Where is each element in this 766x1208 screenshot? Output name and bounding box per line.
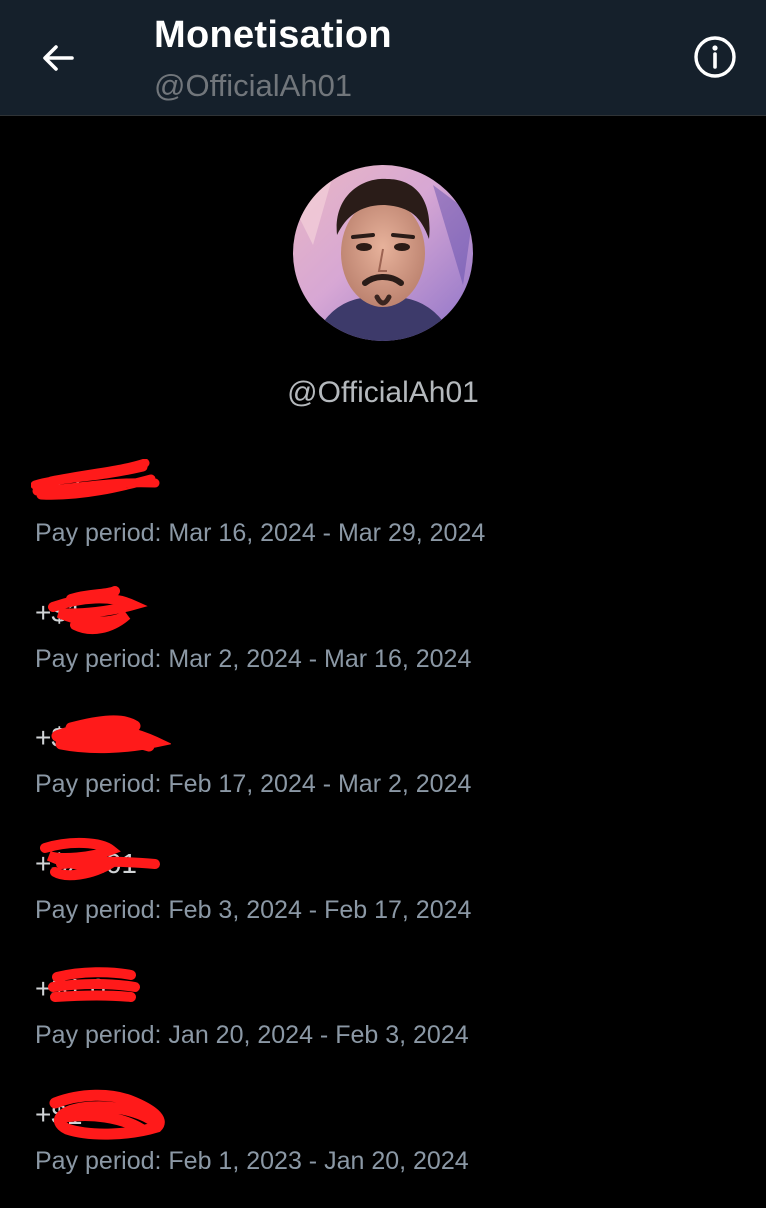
avatar[interactable] [293, 165, 473, 341]
payout-amount: +$ [35, 716, 195, 756]
pay-period: Pay period: Mar 2, 2024 - Mar 16, 2024 [35, 645, 471, 674]
redaction-scribble [31, 961, 151, 1011]
payout-item: +$1 0 Pay period: Jan 20, 2024 - Feb 3, … [35, 957, 735, 1083]
pay-period: Pay period: Feb 17, 2024 - Mar 2, 2024 [35, 770, 471, 799]
redaction-scribble [31, 459, 171, 509]
info-button[interactable] [688, 30, 742, 84]
profile-handle: @OfficialAh01 [0, 376, 766, 410]
info-circle-icon [692, 34, 738, 80]
payout-list: +$7 Pay period: Mar 16, 2024 - Mar 29, 2… [35, 455, 735, 1208]
page-title: Monetisation [154, 14, 392, 57]
payout-item: +$1 Pay period: Mar 2, 2024 - Mar 16, 20… [35, 581, 735, 707]
payout-item: +$7 Pay period: Mar 16, 2024 - Mar 29, 2… [35, 455, 735, 581]
redaction-scribble [31, 1087, 181, 1147]
pay-period: Pay period: Jan 20, 2024 - Feb 3, 2024 [35, 1021, 469, 1050]
payout-amount: +$7 [35, 465, 195, 505]
payout-item: +$ Pay period: Feb 17, 2024 - Mar 2, 202… [35, 706, 735, 832]
payout-item: +$1 Pay period: Feb 1, 2023 - Jan 20, 20… [35, 1083, 735, 1208]
payout-amount: +$1 0 [35, 967, 195, 1007]
payout-amount: +$1 [35, 591, 195, 631]
pay-period: Pay period: Feb 1, 2023 - Jan 20, 2024 [35, 1147, 469, 1176]
top-app-bar: Monetisation @OfficialAh01 [0, 0, 766, 116]
page-subtitle-handle: @OfficialAh01 [154, 68, 352, 104]
back-button[interactable] [30, 30, 86, 86]
redaction-scribble [31, 585, 151, 641]
payout-amount: +$1 [35, 1093, 195, 1133]
pay-period: Pay period: Mar 16, 2024 - Mar 29, 2024 [35, 519, 485, 548]
redaction-scribble [31, 710, 171, 766]
profile-photo [293, 165, 473, 341]
redaction-scribble [31, 836, 171, 892]
arrow-left-icon [38, 38, 78, 78]
payout-amount: +$21.01 [35, 842, 195, 882]
payout-item: +$21.01 Pay period: Feb 3, 2024 - Feb 17… [35, 832, 735, 958]
pay-period: Pay period: Feb 3, 2024 - Feb 17, 2024 [35, 896, 471, 925]
